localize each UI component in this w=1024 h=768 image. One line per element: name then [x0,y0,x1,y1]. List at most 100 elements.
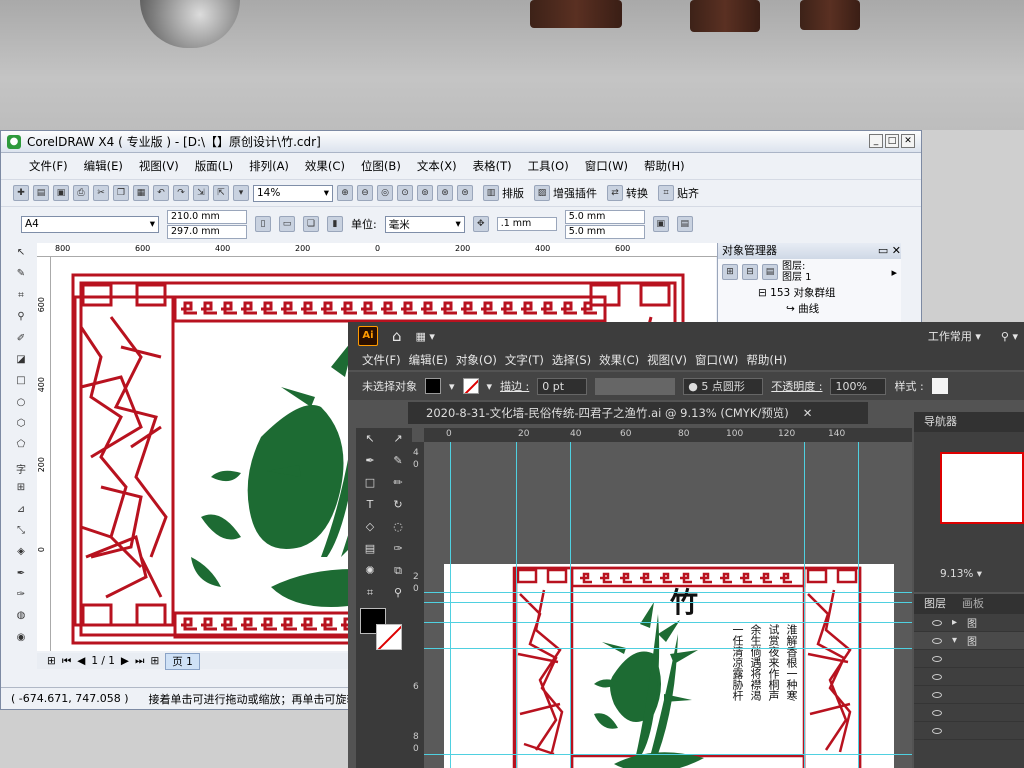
connector-tool-icon[interactable]: ⤡ [13,525,29,540]
rectangle-tool-icon[interactable]: □ [13,375,29,390]
first-page-icon[interactable]: ⏮ [62,655,71,668]
tool-snap[interactable]: ⌗ 贴齐 [658,185,699,201]
smart-fill-icon[interactable]: ◪ [13,354,29,369]
crop-tool-icon[interactable]: ⌗ [13,290,29,305]
layer-row[interactable]: ▸ 图 [914,614,1024,632]
cut-icon[interactable]: ✂ [93,185,109,201]
blend-tool-icon[interactable]: ◈ [13,546,29,561]
zoom-level-select[interactable]: 14% ▾ [253,184,333,202]
opacity-label[interactable]: 不透明度 : [771,378,822,394]
pen-tool-icon[interactable]: ✒ [359,454,381,470]
unit-select[interactable]: 毫米 ▾ [384,215,465,233]
eye-icon[interactable] [932,691,942,698]
rect-tool-icon[interactable]: □ [359,476,381,492]
menu-effects[interactable]: 效果(C) [297,158,353,174]
navigator-thumbnail[interactable] [940,452,1024,524]
menu-table[interactable]: 表格(T) [465,158,520,174]
variable-width-field[interactable] [595,377,676,395]
ai-menu-help[interactable]: 帮助(H) [742,352,791,368]
tool-typeset[interactable]: ▥ 排版 [483,185,524,201]
print-icon[interactable]: ⎙ [73,185,89,201]
navigator-zoom[interactable]: 9.13% ▾ [940,568,982,580]
tree-item-curve[interactable]: ↪ 曲线 [758,301,901,317]
outline-tool-icon[interactable]: ✑ [13,589,29,604]
menu-file[interactable]: 文件(F) [21,158,76,174]
tab-artboards[interactable]: 画板 [962,594,984,614]
direct-selection-icon[interactable]: ↗ [387,432,409,448]
stroke-swatch[interactable] [462,378,479,394]
brush-tool-icon[interactable]: ✎ [387,454,409,470]
chevron-down-icon[interactable]: ▾ [487,380,493,393]
current-page-icon[interactable]: ▮ [327,216,343,232]
draw-scale-icon[interactable]: ▤ [676,216,693,232]
chevron-down-icon[interactable]: ▾ [449,380,455,393]
ai-canvas[interactable]: 竹 淮解香根一种寒 试赏夜来作桐声 余生倘遇将襟渴 一任清凉露胁杆 [424,442,912,768]
layer-row[interactable] [914,686,1024,704]
tab-layers[interactable]: 图层 [924,594,946,614]
graphic-style-swatch[interactable] [931,378,948,394]
collapse-icon[interactable]: ⊟ [758,287,767,299]
close-button[interactable]: ✕ [901,134,915,148]
interactive-fill-icon[interactable]: ◉ [13,632,29,647]
layer-manager-icon[interactable]: ▤ [762,264,778,280]
search-icon[interactable]: ⚲ ▾ [1001,330,1018,343]
tree-item-group[interactable]: ⊟ 153 对象群组 [758,285,901,301]
shape-tool-icon[interactable]: ✎ [13,268,29,283]
undo-icon[interactable]: ↶ [153,185,169,201]
maximize-button[interactable]: □ [885,134,899,148]
landscape-icon[interactable]: ▭ [279,216,295,232]
menu-tools[interactable]: 工具(O) [520,158,577,174]
layer-row[interactable] [914,650,1024,668]
dup-y-field[interactable]: 5.0 mm [564,224,645,239]
polygon-tool-icon[interactable]: ⬡ [13,418,29,433]
text-tool-icon[interactable]: 字 [13,461,29,476]
type-tool-icon[interactable]: T [359,498,381,514]
redo-icon[interactable]: ↷ [173,185,189,201]
import-icon[interactable]: ⇲ [193,185,209,201]
zoom-height-icon[interactable]: ⊚ [417,185,433,201]
minimize-button[interactable]: _ [869,134,883,148]
ai-menu-edit[interactable]: 编辑(E) [405,352,452,368]
layer-row[interactable] [914,704,1024,722]
basic-shapes-icon[interactable]: ⬠ [13,439,29,454]
zoom-in-icon[interactable]: ⊕ [337,185,353,201]
ai-menu-effect[interactable]: 效果(C) [595,352,643,368]
menu-arrange[interactable]: 排列(A) [241,158,297,174]
expand-icon[interactable]: ▸ [952,617,957,628]
freehand-tool-icon[interactable]: ✐ [13,333,29,348]
copy-icon[interactable]: ❐ [113,185,129,201]
eye-icon[interactable] [932,673,942,680]
page-tab[interactable]: 页 1 [165,652,200,670]
save-icon[interactable]: ▣ [53,185,69,201]
lasso-tool-icon[interactable]: ◌ [387,520,409,536]
blend-tool-icon[interactable]: ⧉ [387,564,409,580]
eye-icon[interactable] [932,619,942,626]
artboard-tool-icon[interactable]: ⌗ [359,586,381,602]
tool-convert[interactable]: ⇄ 转换 [607,185,648,201]
stroke-label[interactable]: 描边 : [500,378,529,394]
ai-menu-type[interactable]: 文字(T) [501,352,548,368]
opacity-field[interactable]: 100% [830,377,887,395]
eraser-tool-icon[interactable]: ◇ [359,520,381,536]
prev-page-icon[interactable]: ◀ [77,655,85,667]
zoom-fit-icon[interactable]: ⊛ [437,185,453,201]
show-props-icon[interactable]: ⊞ [722,264,738,280]
eye-icon[interactable] [932,637,942,644]
stroke-weight-field[interactable]: 0 pt [537,377,588,395]
navigator-tab[interactable]: 导航器 [914,412,1024,432]
export-icon[interactable]: ⇱ [213,185,229,201]
rotate-tool-icon[interactable]: ↻ [387,498,409,514]
layer-row[interactable]: ▾ 图 [914,632,1024,650]
paper-size-select[interactable]: A4 ▾ [21,215,159,233]
ai-menu-file[interactable]: 文件(F) [358,352,405,368]
zoom-tool-icon[interactable]: ⚲ [387,586,409,602]
eyedropper-tool-icon[interactable]: ✑ [387,542,409,558]
expand-icon[interactable]: ▾ [952,635,957,646]
ai-document-tab[interactable]: 2020-8-31-文化墙-民俗传统-四君子之渔竹.ai @ 9.13% (CM… [408,402,868,424]
menu-window[interactable]: 窗口(W) [577,158,636,174]
close-tab-icon[interactable]: ✕ [803,406,813,420]
fill-tool-icon[interactable]: ◍ [13,610,29,625]
zoom-tool-icon[interactable]: ⚲ [13,311,29,326]
zoom-out-icon[interactable]: ⊖ [357,185,373,201]
zoom-select-icon[interactable]: ⊜ [457,185,473,201]
